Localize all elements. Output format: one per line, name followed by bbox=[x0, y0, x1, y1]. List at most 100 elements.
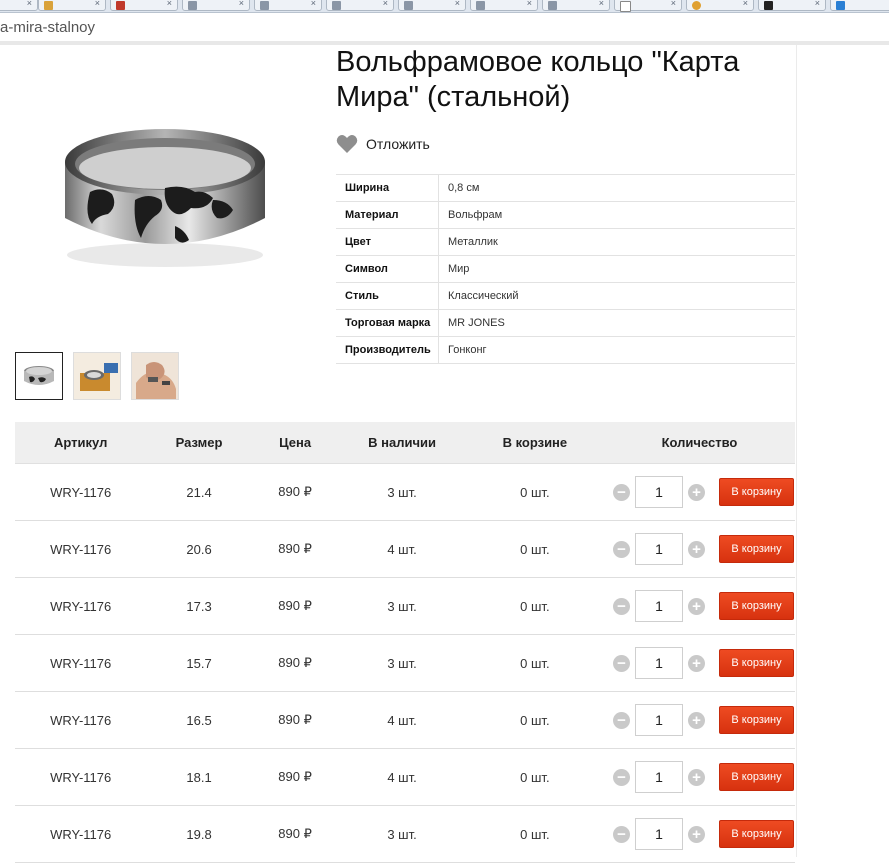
property-value: Гонконг bbox=[438, 336, 795, 364]
close-tab-icon[interactable]: × bbox=[239, 0, 244, 8]
property-value: 0,8 см bbox=[438, 174, 795, 202]
offers-header-row: Артикул Размер Цена В наличии В корзине … bbox=[15, 422, 795, 464]
close-tab-icon[interactable]: × bbox=[95, 0, 100, 8]
minus-icon[interactable]: − bbox=[613, 483, 630, 501]
browser-tab[interactable]: × bbox=[38, 0, 106, 11]
close-tab-icon[interactable]: × bbox=[455, 0, 460, 8]
favorite-label: Отложить bbox=[366, 136, 430, 152]
quantity-input[interactable] bbox=[635, 647, 683, 679]
url-text[interactable]: a-mira-stalnoy bbox=[0, 19, 95, 36]
thumbnail-ring-hand[interactable] bbox=[131, 352, 179, 400]
offer-quantity-cell: − + В корзину bbox=[604, 805, 795, 863]
favicon-icon bbox=[332, 1, 341, 10]
ring-hand-thumb-icon bbox=[132, 353, 178, 399]
close-tab-icon[interactable]: × bbox=[599, 0, 604, 8]
close-tab-icon[interactable]: × bbox=[27, 0, 32, 8]
quantity-input[interactable] bbox=[635, 818, 683, 850]
favicon-icon bbox=[836, 1, 845, 10]
add-to-cart-button[interactable]: В корзину bbox=[719, 763, 794, 791]
favicon-icon bbox=[476, 1, 485, 10]
quantity-stepper: − + В корзину bbox=[605, 590, 794, 622]
offer-article: WRY-1176 bbox=[15, 577, 147, 635]
quantity-input[interactable] bbox=[635, 476, 683, 508]
property-row: Символ Мир bbox=[336, 255, 795, 283]
browser-tab[interactable]: × bbox=[614, 0, 682, 12]
add-to-cart-button[interactable]: В корзину bbox=[719, 592, 794, 620]
add-to-cart-button[interactable]: В корзину bbox=[719, 820, 794, 848]
browser-tab-strip: × × × × × × × × × × × × bbox=[0, 0, 889, 13]
plus-icon[interactable]: + bbox=[688, 597, 705, 615]
property-row: Материал Вольфрам bbox=[336, 201, 795, 229]
offer-row: WRY-117615.7890 ₽3 шт.0 шт.− + В корзину bbox=[15, 634, 795, 692]
minus-icon[interactable]: − bbox=[613, 597, 630, 615]
minus-icon[interactable]: − bbox=[613, 825, 630, 843]
close-tab-icon[interactable]: × bbox=[671, 0, 676, 8]
property-row: Цвет Металлик bbox=[336, 228, 795, 256]
quantity-input[interactable] bbox=[635, 704, 683, 736]
favicon-icon bbox=[692, 1, 701, 10]
offer-stock: 3 шт. bbox=[338, 463, 466, 521]
close-tab-icon[interactable]: × bbox=[527, 0, 532, 8]
browser-tab[interactable]: × bbox=[182, 0, 250, 11]
minus-icon[interactable]: − bbox=[613, 654, 630, 672]
property-name: Производитель bbox=[336, 336, 439, 364]
browser-tab[interactable]: × bbox=[254, 0, 322, 11]
property-value: Классический bbox=[438, 282, 795, 310]
browser-tab[interactable]: × bbox=[398, 0, 466, 11]
quantity-stepper: − + В корзину bbox=[605, 818, 794, 850]
browser-tab[interactable]: × bbox=[758, 0, 826, 11]
browser-tab[interactable]: × bbox=[542, 0, 610, 11]
add-to-cart-button[interactable]: В корзину bbox=[719, 478, 794, 506]
header-article: Артикул bbox=[15, 422, 147, 464]
favicon-icon bbox=[620, 1, 631, 12]
minus-icon[interactable]: − bbox=[613, 540, 630, 558]
plus-icon[interactable]: + bbox=[688, 540, 705, 558]
header-in-cart: В корзине bbox=[465, 422, 604, 464]
offer-price: 890 ₽ bbox=[251, 463, 339, 521]
thumbnail-ring[interactable] bbox=[15, 352, 63, 400]
property-name: Цвет bbox=[336, 228, 439, 256]
add-to-cart-button[interactable]: В корзину bbox=[719, 706, 794, 734]
quantity-input[interactable] bbox=[635, 761, 683, 793]
offer-article: WRY-1176 bbox=[15, 520, 147, 578]
property-value: MR JONES bbox=[438, 309, 795, 337]
add-to-cart-button[interactable]: В корзину bbox=[719, 535, 794, 563]
plus-icon[interactable]: + bbox=[688, 825, 705, 843]
offer-size: 18.1 bbox=[146, 748, 252, 806]
close-tab-icon[interactable]: × bbox=[815, 0, 820, 8]
browser-tab[interactable]: × bbox=[110, 0, 178, 11]
header-stock: В наличии bbox=[338, 422, 466, 464]
add-to-cart-button[interactable]: В корзину bbox=[719, 649, 794, 677]
browser-tab[interactable]: × bbox=[686, 0, 754, 11]
minus-icon[interactable]: − bbox=[613, 711, 630, 729]
offer-in-cart: 0 шт. bbox=[465, 577, 604, 635]
offers-body: WRY-117621.4890 ₽3 шт.0 шт.−+В корзинуWR… bbox=[15, 463, 795, 863]
browser-tab[interactable]: × bbox=[470, 0, 538, 11]
quantity-stepper: − + В корзину bbox=[605, 476, 794, 508]
thumbnail-ring-box[interactable] bbox=[73, 352, 121, 400]
close-tab-icon[interactable]: × bbox=[311, 0, 316, 8]
close-tab-icon[interactable]: × bbox=[383, 0, 388, 8]
browser-tab[interactable]: × bbox=[0, 0, 38, 11]
offer-stock: 4 шт. bbox=[338, 748, 466, 806]
close-tab-icon[interactable]: × bbox=[743, 0, 748, 8]
header-quantity: Количество bbox=[604, 422, 795, 464]
plus-icon[interactable]: + bbox=[688, 711, 705, 729]
plus-icon[interactable]: + bbox=[688, 768, 705, 786]
offer-price: 890 ₽ bbox=[251, 520, 339, 578]
favicon-icon bbox=[188, 1, 197, 10]
offer-quantity-cell: − + В корзину bbox=[604, 748, 795, 806]
plus-icon[interactable]: + bbox=[688, 654, 705, 672]
browser-tab[interactable] bbox=[830, 0, 889, 11]
close-tab-icon[interactable]: × bbox=[167, 0, 172, 8]
browser-tab[interactable]: × bbox=[326, 0, 394, 11]
offer-quantity-cell: − + В корзину bbox=[604, 577, 795, 635]
plus-icon[interactable]: + bbox=[688, 483, 705, 501]
quantity-input[interactable] bbox=[635, 533, 683, 565]
quantity-input[interactable] bbox=[635, 590, 683, 622]
add-to-favorites-button[interactable]: Отложить bbox=[336, 132, 430, 156]
product-main-image[interactable] bbox=[15, 50, 314, 344]
minus-icon[interactable]: − bbox=[613, 768, 630, 786]
favicon-icon bbox=[44, 1, 53, 10]
address-bar[interactable]: a-mira-stalnoy bbox=[0, 13, 889, 42]
